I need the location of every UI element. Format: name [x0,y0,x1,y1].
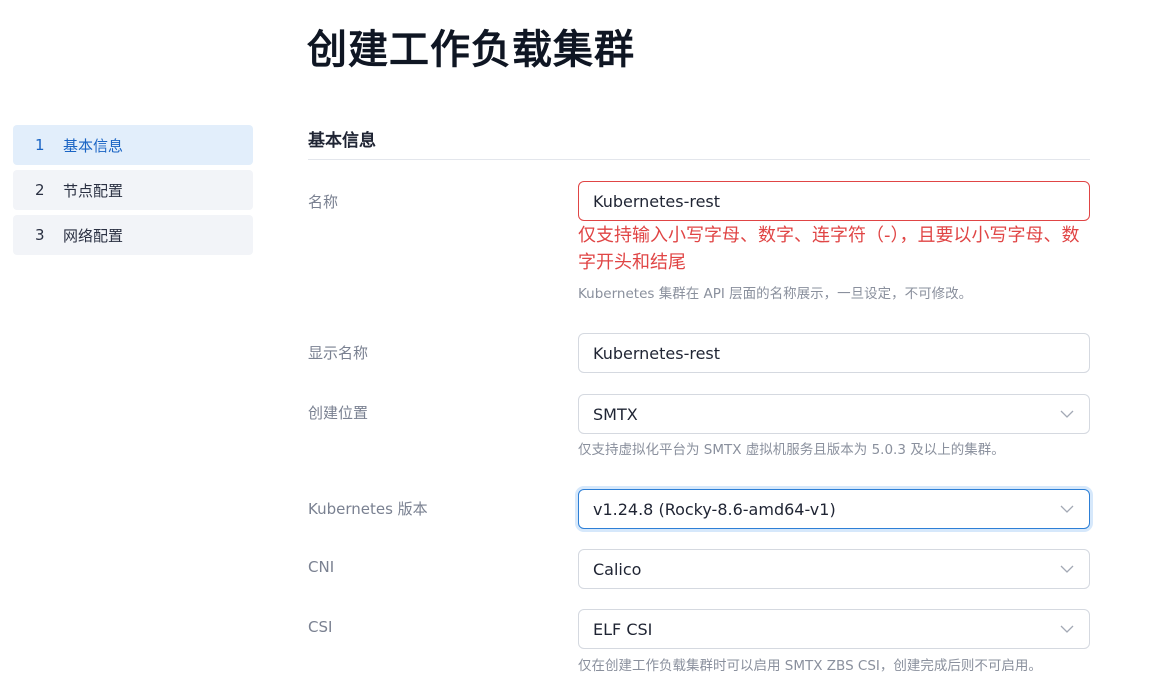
step-label: 节点配置 [63,181,124,200]
section-divider [308,159,1090,160]
display-name-input[interactable] [593,343,1075,363]
cni-selected-value: Calico [593,559,642,579]
step-number: 3 [35,226,45,244]
csi-label: CSI [308,618,333,636]
step-label: 网络配置 [63,226,124,245]
chevron-down-icon [1059,501,1075,517]
cni-select[interactable]: Calico [578,549,1090,589]
section-title: 基本信息 [308,131,376,151]
cni-label: CNI [308,558,335,576]
csi-select[interactable]: ELF CSI [578,609,1090,649]
step-number: 2 [35,181,45,199]
name-field[interactable] [578,181,1090,221]
name-input[interactable] [593,191,1075,211]
chevron-down-icon [1059,621,1075,637]
chevron-down-icon [1059,406,1075,422]
csi-selected-value: ELF CSI [593,619,653,639]
name-label: 名称 [308,193,339,211]
display-name-field[interactable] [578,333,1090,373]
name-hint: Kubernetes 集群在 API 层面的名称展示，一旦设定，不可修改。 [578,286,973,302]
step-label: 基本信息 [63,136,124,155]
k8s-version-label: Kubernetes 版本 [308,500,428,518]
page-title: 创建工作负载集群 [307,27,635,73]
name-error-message: 仅支持输入小写字母、数字、连字符（-），且要以小写字母、数字开头和结尾 [578,225,1080,273]
step-number: 1 [35,136,45,154]
location-selected-value: SMTX [593,404,638,424]
display-name-label: 显示名称 [308,344,369,362]
location-select[interactable]: SMTX [578,394,1090,434]
location-hint: 仅支持虚拟化平台为 SMTX 虚拟机服务且版本为 5.0.3 及以上的集群。 [578,442,1005,458]
k8s-version-select[interactable]: v1.24.8 (Rocky-8.6-amd64-v1) [578,489,1090,529]
csi-hint: 仅在创建工作负载集群时可以启用 SMTX ZBS CSI，创建完成后则不可启用。 [578,658,1042,674]
location-label: 创建位置 [308,404,369,422]
step-navigation: 1 基本信息 2 节点配置 3 网络配置 [13,125,253,260]
step-network-config[interactable]: 3 网络配置 [13,215,253,255]
step-node-config[interactable]: 2 节点配置 [13,170,253,210]
k8s-version-selected-value: v1.24.8 (Rocky-8.6-amd64-v1) [593,499,836,519]
chevron-down-icon [1059,561,1075,577]
step-basic-info[interactable]: 1 基本信息 [13,125,253,165]
